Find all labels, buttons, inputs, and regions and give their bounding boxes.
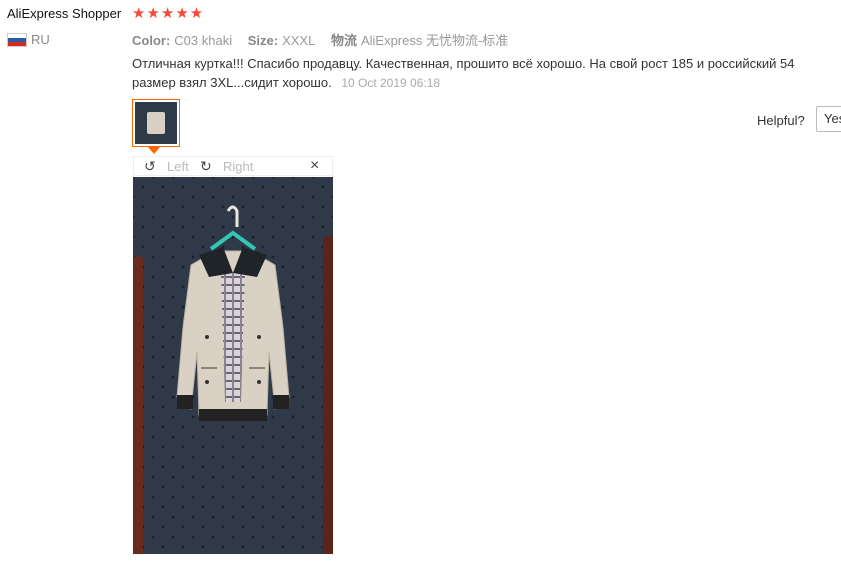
thumbnail-caret-icon bbox=[148, 147, 160, 154]
rotate-left-label[interactable]: Left bbox=[167, 159, 189, 174]
helpful-label: Helpful? bbox=[757, 113, 805, 128]
rotate-right-icon[interactable]: ↻ bbox=[200, 158, 212, 175]
size-value: XXXL bbox=[282, 33, 316, 48]
review-photo-thumbnail[interactable] bbox=[132, 99, 180, 147]
review-date: 10 Oct 2019 06:18 bbox=[341, 76, 441, 90]
thumbnail-jacket bbox=[147, 112, 165, 134]
shipping-value: AliExpress 无忧物流-标准 bbox=[360, 33, 509, 48]
helpful-yes-button[interactable]: Yes bbox=[816, 106, 841, 132]
review-photo-large bbox=[133, 177, 333, 554]
russia-flag-icon bbox=[7, 33, 27, 47]
image-viewer-toolbar: ↺ Left ↻ Right × bbox=[133, 156, 333, 176]
color-value: C03 khaki bbox=[174, 33, 233, 48]
reviewer-name: AliExpress Shopper bbox=[7, 6, 122, 21]
size-label: Size: bbox=[247, 33, 279, 48]
rotate-left-icon[interactable]: ↺ bbox=[144, 158, 156, 175]
thumbnail-image bbox=[135, 102, 177, 144]
review-text: Отличная куртка!!! Спасибо продавцу. Кач… bbox=[132, 56, 795, 90]
star-icon: ★★★★★ bbox=[132, 5, 205, 22]
review-body: Отличная куртка!!! Спасибо продавцу. Кач… bbox=[132, 54, 837, 93]
jacket-photo bbox=[133, 177, 333, 554]
reviewer-country: RU bbox=[31, 32, 50, 47]
close-icon[interactable]: × bbox=[310, 157, 319, 175]
color-label: Color: bbox=[132, 33, 171, 48]
shipping-label: 物流 bbox=[330, 33, 357, 48]
order-info: Color: C03 khaki Size: XXXL 物流 AliExpress 无… bbox=[132, 30, 520, 49]
star-rating: ★★★★★ bbox=[132, 4, 204, 22]
rotate-right-label[interactable]: Right bbox=[223, 159, 253, 174]
